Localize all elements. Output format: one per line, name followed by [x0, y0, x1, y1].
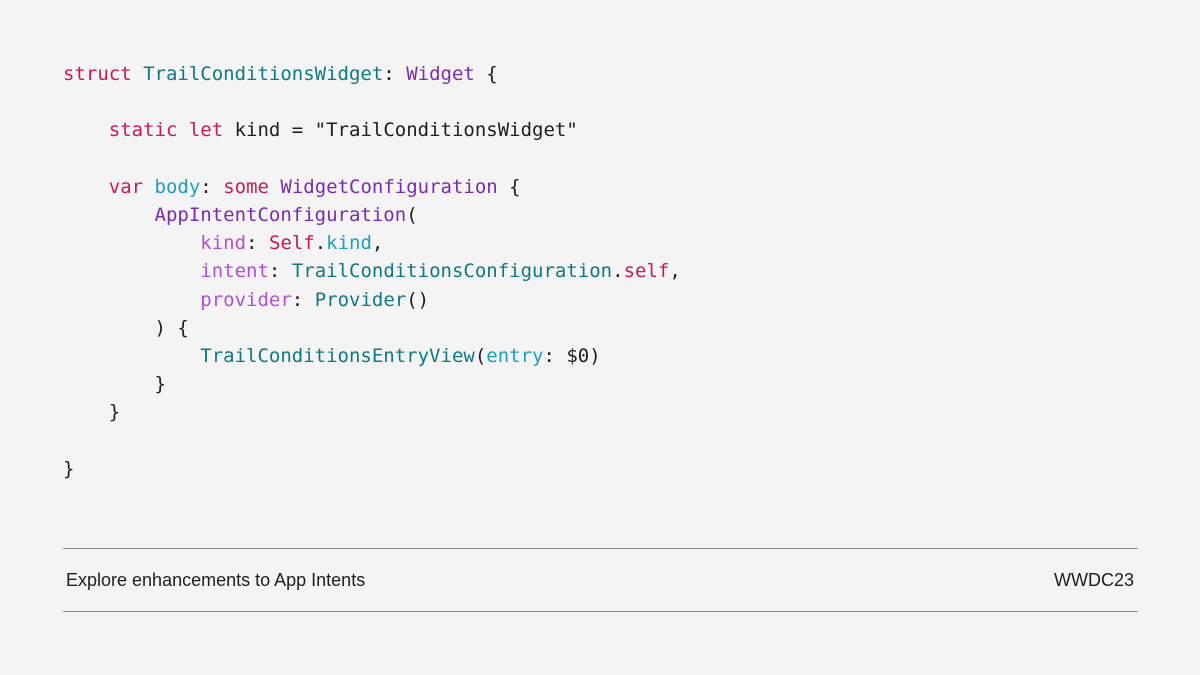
- code-line: static let kind = "TrailConditionsWidget…: [63, 116, 681, 144]
- code-token: {: [474, 63, 498, 85]
- code-token: AppIntentConfiguration: [154, 203, 407, 226]
- code-token: kind = "TrailConditionsWidget": [234, 119, 578, 142]
- code-line: TrailConditionsEntryView(entry: $0): [63, 342, 681, 370]
- code-token: static let: [108, 119, 235, 142]
- code-line: }: [63, 455, 681, 483]
- code-token: }: [63, 457, 75, 480]
- code-token: Provider: [314, 288, 407, 311]
- session-title: Explore enhancements to App Intents: [66, 570, 366, 590]
- code-token: intent: [200, 260, 269, 283]
- code-token: ,: [371, 232, 384, 255]
- code-line: var body: some WidgetConfiguration {: [63, 173, 681, 201]
- code-token: .: [612, 260, 624, 283]
- code-token: some: [223, 175, 281, 198]
- code-token: provider: [200, 288, 292, 311]
- code-token: :: [383, 63, 407, 85]
- code-line: }: [63, 370, 681, 398]
- code-line: }: [63, 398, 681, 426]
- code-line: ) {: [63, 314, 681, 342]
- code-token: WidgetConfiguration: [280, 175, 498, 198]
- code-token: Widget: [406, 63, 475, 85]
- footer-bottom-divider: [63, 611, 1138, 612]
- code-token: kind: [326, 232, 372, 255]
- code-token: ) {: [63, 316, 189, 339]
- code-token: :: [200, 175, 224, 198]
- code-token: .: [314, 232, 327, 255]
- code-token: kind: [200, 232, 247, 255]
- code-token: (: [406, 203, 418, 226]
- code-token: struct: [63, 63, 144, 85]
- code-line: intent: TrailConditionsConfiguration.sel…: [63, 257, 681, 285]
- code-token: }: [63, 401, 121, 424]
- code-token: : $0): [543, 344, 601, 367]
- code-token: {: [497, 175, 521, 198]
- code-token: }: [63, 373, 166, 396]
- code-token: :: [268, 260, 292, 283]
- code-line: kind: Self.kind,: [63, 229, 681, 257]
- code-line: struct TrailConditionsWidget: Widget {: [63, 60, 681, 88]
- code-token: entry: [486, 344, 544, 367]
- code-token: ,: [669, 260, 681, 283]
- code-token: :: [246, 232, 269, 255]
- code-token: body: [154, 175, 201, 198]
- event-label: WWDC23: [1054, 570, 1134, 590]
- code-token: TrailConditionsEntryView: [200, 344, 475, 367]
- code-token: TrailConditionsWidget: [143, 63, 384, 85]
- code-line: AppIntentConfiguration(: [63, 201, 681, 229]
- code-block: struct TrailConditionsWidget: Widget { s…: [63, 60, 681, 483]
- code-token: Self: [268, 232, 315, 255]
- code-token: var: [108, 175, 155, 198]
- code-line: provider: Provider(): [63, 286, 681, 314]
- code-token: (): [406, 288, 430, 311]
- code-token: (: [474, 344, 487, 367]
- code-token: TrailConditionsConfiguration: [291, 260, 613, 283]
- code-token: self: [623, 260, 670, 283]
- footer-top-divider: [63, 548, 1138, 549]
- code-token: :: [291, 288, 315, 311]
